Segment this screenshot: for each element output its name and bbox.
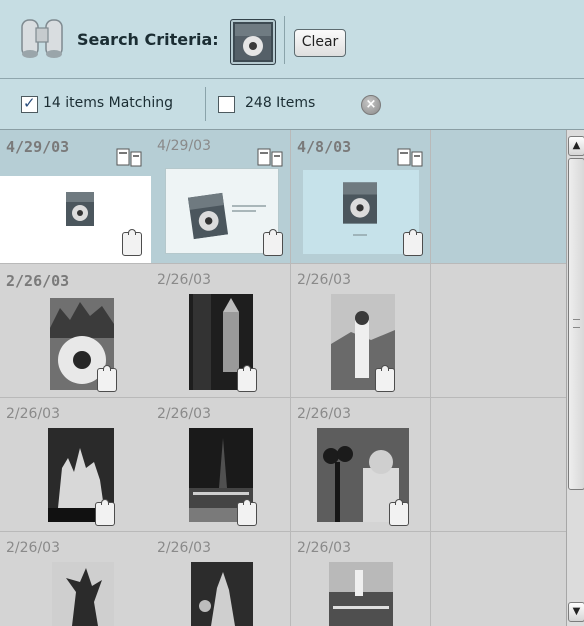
item-date: 2/26/03 bbox=[6, 540, 60, 556]
statue-photo bbox=[52, 562, 114, 626]
sunflower-thumbnail-icon bbox=[235, 24, 271, 60]
tag-icon[interactable] bbox=[375, 365, 395, 392]
item-date: 2/26/03 bbox=[6, 272, 70, 290]
item-date: 2/26/03 bbox=[297, 272, 351, 288]
grid-item[interactable]: 2/26/03 bbox=[291, 264, 431, 398]
item-date: 2/26/03 bbox=[157, 406, 211, 422]
grid-item[interactable]: 2/26/03 bbox=[291, 532, 431, 626]
grid-item[interactable]: 2/26/03 bbox=[151, 532, 291, 626]
matching-checkbox[interactable]: ✓ bbox=[21, 94, 38, 113]
tag-icon[interactable] bbox=[97, 365, 117, 392]
search-toolbar: Search Criteria: Clear bbox=[0, 0, 584, 79]
grip-icon bbox=[573, 319, 580, 328]
item-date: 4/8/03 bbox=[297, 138, 352, 156]
criteria-thumbnail[interactable] bbox=[230, 19, 276, 65]
item-date: 2/26/03 bbox=[6, 406, 60, 422]
grid-item[interactable]: 2/26/03 bbox=[151, 264, 291, 398]
text-line bbox=[353, 234, 367, 236]
sunflower-image bbox=[343, 182, 377, 224]
search-criteria-label: Search Criteria: bbox=[77, 30, 219, 49]
grid-item[interactable]: 2/26/03 bbox=[291, 398, 431, 532]
text-line bbox=[232, 210, 256, 212]
tag-icon[interactable] bbox=[403, 229, 423, 256]
grid-empty-cell bbox=[431, 398, 567, 532]
item-date: 2/26/03 bbox=[297, 540, 351, 556]
item-date: 2/26/03 bbox=[157, 272, 211, 288]
grid-item[interactable]: 2/26/03 bbox=[0, 398, 152, 532]
filter-bar: ✓ 14 items Matching 248 Items × bbox=[0, 79, 584, 130]
document-preview bbox=[303, 170, 419, 254]
document-icon bbox=[397, 148, 423, 167]
grid-empty-cell bbox=[431, 264, 567, 398]
document-icon bbox=[257, 148, 283, 167]
tag-icon[interactable] bbox=[122, 229, 142, 256]
fountain-photo bbox=[191, 562, 253, 626]
matching-label: 14 items Matching bbox=[43, 95, 174, 111]
document-icon bbox=[116, 148, 142, 167]
vertical-scrollbar[interactable]: ▲ ▼ bbox=[566, 130, 584, 626]
clear-button[interactable]: Clear bbox=[294, 29, 346, 57]
grid-item[interactable]: 4/29/03 bbox=[0, 130, 152, 264]
toolbar-separator bbox=[284, 16, 285, 64]
grid-item[interactable]: 2/26/03 bbox=[0, 264, 152, 398]
document-preview bbox=[165, 168, 279, 254]
river-town-photo bbox=[329, 562, 393, 626]
app-window: Search Criteria: Clear ✓ 14 items Matchi… bbox=[0, 0, 584, 626]
all-items-checkbox[interactable] bbox=[218, 96, 235, 113]
tag-icon[interactable] bbox=[237, 365, 257, 392]
tag-icon[interactable] bbox=[389, 499, 409, 526]
item-date: 2/26/03 bbox=[297, 406, 351, 422]
tag-icon[interactable] bbox=[95, 499, 115, 526]
item-date: 4/29/03 bbox=[6, 138, 70, 156]
item-date: 4/29/03 bbox=[157, 138, 211, 154]
sunflower-image bbox=[187, 192, 229, 240]
text-line bbox=[232, 205, 266, 207]
check-icon: ✓ bbox=[23, 94, 36, 112]
grid-empty-cell bbox=[431, 130, 567, 264]
grid-item[interactable]: 2/26/03 bbox=[151, 398, 291, 532]
scroll-down-button[interactable]: ▼ bbox=[568, 602, 584, 622]
grid-item[interactable]: 4/29/03 bbox=[151, 130, 291, 264]
total-items-label: 248 Items bbox=[245, 95, 316, 111]
scroll-up-button[interactable]: ▲ bbox=[568, 136, 584, 156]
binoculars-icon bbox=[21, 19, 63, 58]
close-icon[interactable]: × bbox=[361, 95, 381, 115]
grid-item[interactable]: 4/8/03 bbox=[291, 130, 431, 264]
grid-item[interactable]: 2/26/03 bbox=[0, 532, 152, 626]
scrollbar-thumb[interactable] bbox=[568, 158, 584, 490]
item-grid: 4/29/03 4/29/03 4/8/03 2/26/03 2/26/03 2… bbox=[0, 130, 567, 626]
tag-icon[interactable] bbox=[237, 499, 257, 526]
tag-icon[interactable] bbox=[263, 229, 283, 256]
grid-empty-cell bbox=[431, 532, 567, 626]
sunflower-image bbox=[66, 192, 94, 226]
item-date: 2/26/03 bbox=[157, 540, 211, 556]
filter-separator bbox=[205, 87, 206, 121]
